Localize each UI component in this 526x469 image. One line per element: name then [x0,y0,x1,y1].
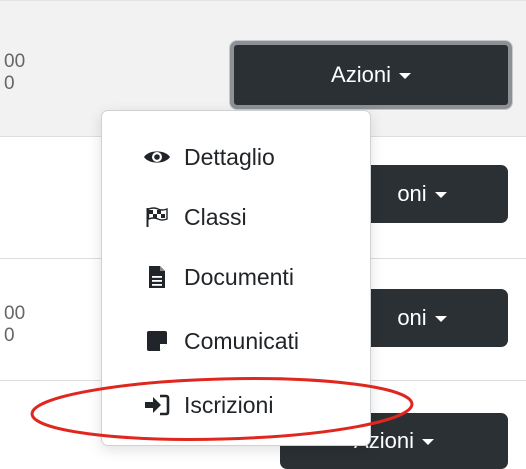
actions-button-label: Azioni [331,62,391,87]
menu-item-label: Iscrizioni [184,391,274,418]
menu-item-dettaglio[interactable]: Dettaglio [102,133,370,181]
menu-item-label: Documenti [184,263,294,290]
caret-down-icon [434,192,447,198]
note-icon [142,330,172,352]
row-value-line1: 00 [4,51,26,72]
row-value-line2: 0 [4,325,15,346]
row-text: 00 0 [4,51,25,95]
eye-icon [142,148,172,166]
actions-button-label: oni [397,181,427,206]
checkered-flag-icon [142,206,172,228]
row-text: 00 0 [4,303,25,347]
caret-down-icon [434,316,447,322]
menu-item-label: Dettaglio [184,143,275,170]
actions-button-label: oni [397,305,427,330]
caret-down-icon [398,73,411,79]
document-icon [142,265,172,289]
menu-item-comunicati[interactable]: Comunicati [102,317,370,365]
menu-item-classi[interactable]: Classi [102,193,370,241]
actions-dropdown-button[interactable]: Azioni [230,41,512,109]
menu-item-iscrizioni[interactable]: Iscrizioni [102,381,370,429]
row-value-line1: 00 [4,303,26,324]
row-value-line2: 0 [4,73,15,94]
actions-dropdown-menu: Dettaglio Classi Documenti Comunicati Is… [101,110,371,446]
menu-item-documenti[interactable]: Documenti [102,253,370,301]
caret-down-icon [421,439,434,445]
sign-in-icon [142,394,172,416]
menu-item-label: Comunicati [184,327,300,354]
menu-item-label: Classi [184,203,247,230]
